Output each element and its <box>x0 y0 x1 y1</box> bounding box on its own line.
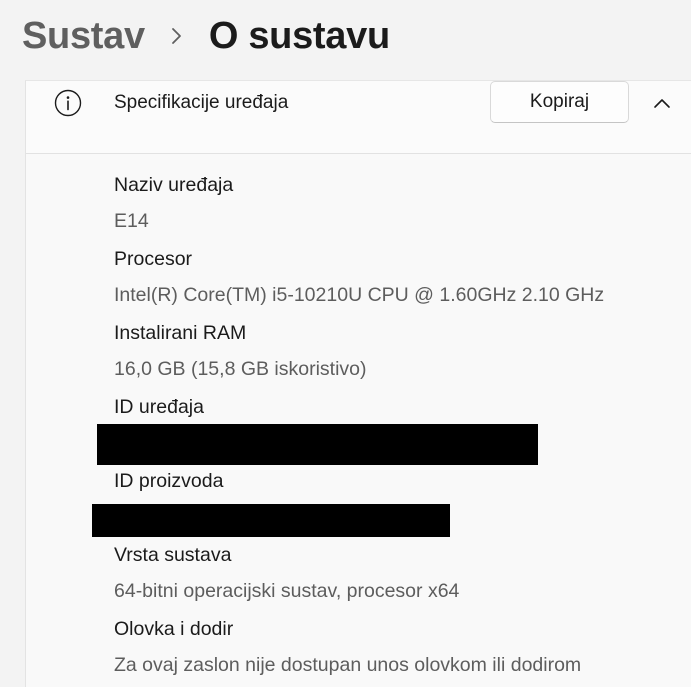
spec-value-device-name: E14 <box>114 210 149 232</box>
chevron-up-icon[interactable] <box>651 92 673 114</box>
spec-value-installed-ram: 16,0 GB (15,8 GB iskoristivo) <box>114 358 367 380</box>
settings-page: Sustav O sustavu Specifikacije uređaja K… <box>0 0 691 687</box>
device-specifications-title: Specifikacije uređaja <box>114 92 289 113</box>
redacted-product-id <box>92 504 450 537</box>
device-specifications-card: Specifikacije uređaja Kopiraj Naziv uređ… <box>25 80 691 687</box>
redacted-device-id <box>97 424 538 465</box>
info-icon <box>54 89 82 117</box>
chevron-right-icon <box>171 28 181 44</box>
device-specifications-header[interactable]: Specifikacije uređaja Kopiraj <box>26 81 691 154</box>
spec-value-processor: Intel(R) Core(TM) i5-10210U CPU @ 1.60GH… <box>114 284 605 306</box>
breadcrumb-parent-sustav[interactable]: Sustav <box>22 15 145 58</box>
spec-label-pen-and-touch: Olovka i dodir <box>114 618 234 640</box>
breadcrumb: Sustav O sustavu <box>22 10 390 62</box>
spec-label-installed-ram: Instalirani RAM <box>114 322 247 344</box>
page-title: O sustavu <box>208 14 390 57</box>
spec-label-device-name: Naziv uređaja <box>114 174 234 196</box>
copy-button[interactable]: Kopiraj <box>490 81 629 123</box>
spec-label-device-id: ID uređaja <box>114 396 204 418</box>
spec-label-system-type: Vrsta sustava <box>114 544 232 566</box>
spec-label-product-id: ID proizvoda <box>114 470 224 492</box>
spec-label-processor: Procesor <box>114 248 193 270</box>
spec-value-pen-and-touch: Za ovaj zaslon nije dostupan unos olovko… <box>114 654 582 676</box>
spec-value-system-type: 64-bitni operacijski sustav, procesor x6… <box>114 580 460 602</box>
